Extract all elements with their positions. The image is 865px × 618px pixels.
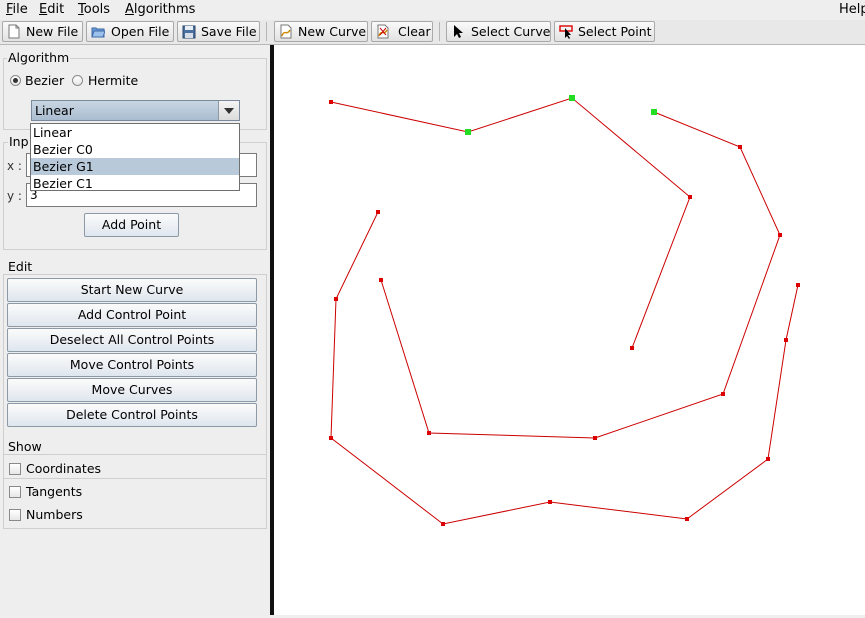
control-point[interactable] — [427, 431, 431, 435]
dropdown-option-linear[interactable]: Linear — [31, 124, 239, 141]
selected-control-point[interactable] — [569, 95, 575, 101]
add-control-point-button[interactable]: Add Control Point — [7, 303, 257, 327]
select-curve-button[interactable]: Select Curve — [446, 21, 551, 42]
control-point[interactable] — [738, 145, 742, 149]
hermite-label[interactable]: Hermite — [88, 73, 138, 88]
control-point[interactable] — [593, 436, 597, 440]
toolbar-separator — [439, 22, 440, 41]
open-file-label: Open File — [111, 24, 170, 39]
x-label: x : — [7, 159, 22, 173]
combobox-value: Linear — [35, 103, 74, 118]
control-point[interactable] — [766, 457, 770, 461]
show-title: Show — [7, 439, 43, 454]
y-label: y : — [7, 189, 22, 203]
menu-bar: File Edit Tools Algorithms Help — [0, 0, 865, 20]
control-point[interactable] — [630, 346, 634, 350]
selected-control-point[interactable] — [651, 109, 657, 115]
coordinates-checkbox[interactable] — [9, 463, 21, 475]
dropdown-option-bezier-g1[interactable]: Bezier G1 — [31, 158, 239, 175]
menu-edit[interactable]: Edit — [39, 2, 64, 17]
add-point-button[interactable]: Add Point — [84, 213, 179, 237]
control-point[interactable] — [796, 283, 800, 287]
control-point[interactable] — [548, 500, 552, 504]
open-folder-icon — [91, 27, 105, 38]
open-file-button[interactable]: Open File — [86, 21, 174, 42]
control-point[interactable] — [334, 297, 338, 301]
input-title: Inp — [8, 134, 30, 149]
control-point[interactable] — [329, 436, 333, 440]
deselect-all-control-points-button[interactable]: Deselect All Control Points — [7, 328, 257, 352]
clear-button[interactable]: Clear — [371, 21, 433, 42]
menu-tools[interactable]: Tools — [78, 2, 110, 17]
arrow-cursor-icon — [454, 25, 463, 38]
control-point[interactable] — [688, 195, 692, 199]
toolbar: New File Open File Save File New Curve C… — [0, 20, 865, 45]
curve-2[interactable] — [380, 111, 781, 439]
hermite-radio[interactable] — [72, 75, 83, 86]
select-curve-label: Select Curve — [471, 24, 551, 39]
new-curve-button[interactable]: New Curve — [274, 21, 368, 42]
control-point[interactable] — [329, 100, 333, 104]
new-file-icon — [8, 24, 20, 39]
algorithm-combobox[interactable]: Linear — [31, 100, 240, 121]
menu-algorithms[interactable]: Algorithms — [125, 2, 195, 17]
control-point[interactable] — [778, 233, 782, 237]
left-panel: Algorithm Bezier Hermite Linear Inp x : … — [0, 45, 270, 615]
bezier-label[interactable]: Bezier — [25, 73, 64, 88]
move-curves-button[interactable]: Move Curves — [7, 378, 257, 402]
save-file-button[interactable]: Save File — [177, 21, 260, 42]
save-file-label: Save File — [201, 24, 257, 39]
move-control-points-button[interactable]: Move Control Points — [7, 353, 257, 377]
control-point[interactable] — [685, 517, 689, 521]
select-point-label: Select Point — [578, 24, 652, 39]
dropdown-option-bezier-c0[interactable]: Bezier C0 — [31, 141, 239, 158]
edit-title: Edit — [7, 259, 34, 274]
menu-help[interactable]: Help — [839, 2, 865, 17]
control-point[interactable] — [721, 392, 725, 396]
new-curve-icon — [280, 24, 292, 39]
coordinates-label[interactable]: Coordinates — [26, 461, 101, 476]
new-file-label: New File — [26, 24, 79, 39]
delete-control-points-button[interactable]: Delete Control Points — [7, 403, 257, 427]
bezier-radio[interactable] — [10, 75, 21, 86]
algorithm-dropdown-list: Linear Bezier C0 Bezier G1 Bezier C1 — [30, 123, 240, 191]
selected-control-point[interactable] — [465, 129, 471, 135]
clear-icon — [377, 24, 389, 39]
tangents-checkbox[interactable] — [9, 486, 21, 498]
drawing-canvas[interactable] — [274, 45, 865, 615]
select-point-icon — [559, 25, 573, 39]
menu-file[interactable]: File — [6, 2, 28, 17]
control-point[interactable] — [376, 210, 380, 214]
curve-3[interactable] — [330, 211, 799, 525]
floppy-disk-icon — [182, 25, 196, 39]
numbers-label[interactable]: Numbers — [26, 507, 83, 522]
new-curve-label: New Curve — [298, 24, 367, 39]
chevron-down-icon[interactable] — [218, 101, 239, 120]
toolbar-separator — [266, 22, 267, 41]
clear-label: Clear — [398, 24, 431, 39]
new-file-button[interactable]: New File — [2, 21, 83, 42]
numbers-checkbox[interactable] — [9, 509, 21, 521]
dropdown-option-bezier-c1[interactable]: Bezier C1 — [31, 175, 239, 192]
curve-1[interactable] — [330, 97, 691, 349]
algorithm-title: Algorithm — [7, 50, 71, 65]
control-point[interactable] — [441, 522, 445, 526]
control-point[interactable] — [784, 338, 788, 342]
tangents-label[interactable]: Tangents — [26, 484, 82, 499]
control-point[interactable] — [379, 278, 383, 282]
curves-plot[interactable] — [274, 45, 865, 615]
select-point-button[interactable]: Select Point — [554, 21, 655, 42]
start-new-curve-button[interactable]: Start New Curve — [7, 278, 257, 302]
